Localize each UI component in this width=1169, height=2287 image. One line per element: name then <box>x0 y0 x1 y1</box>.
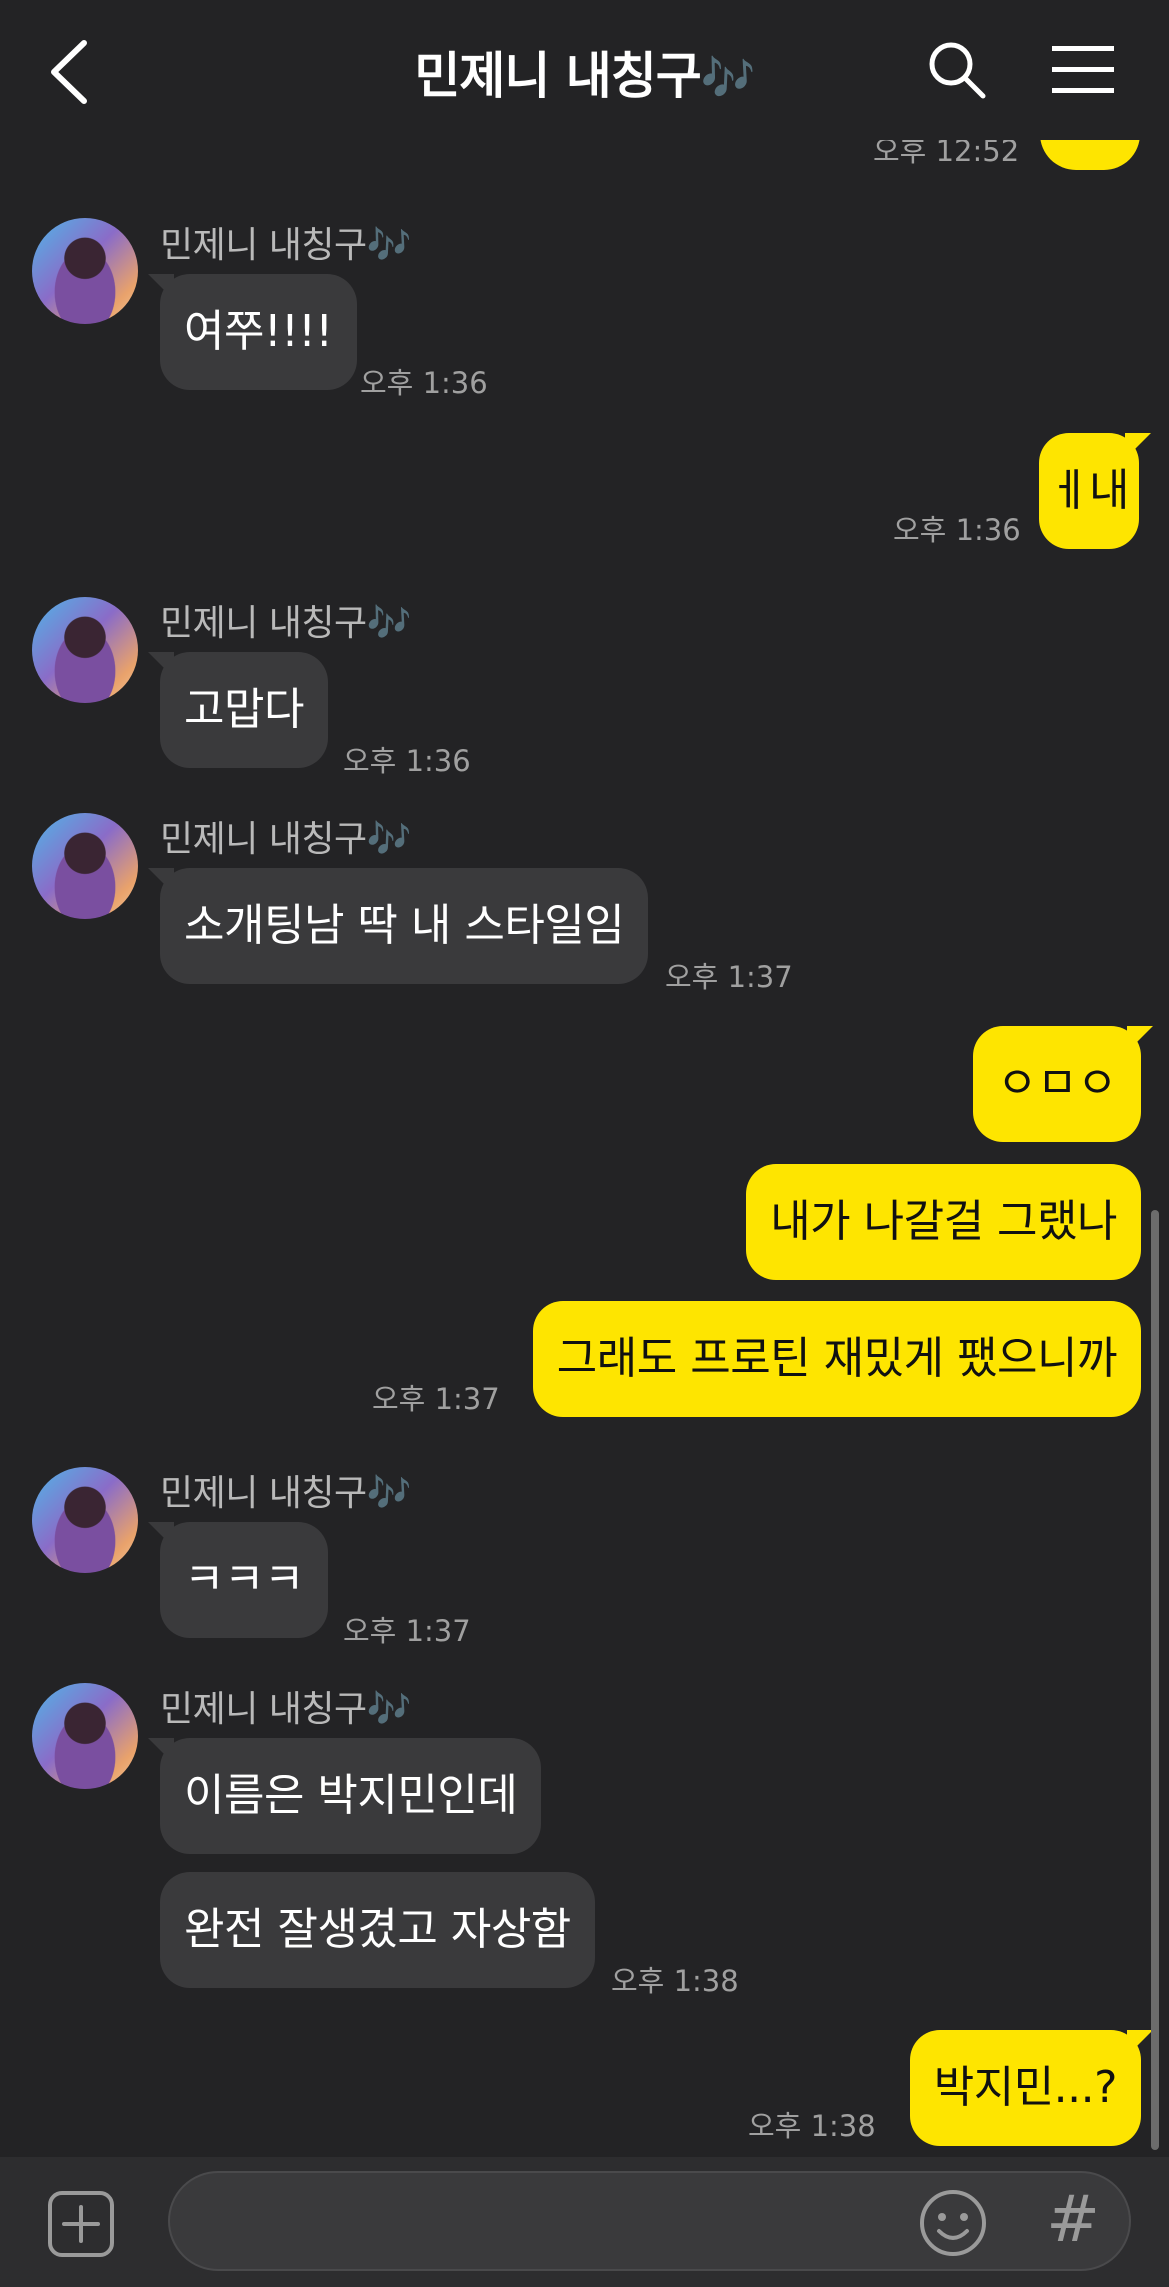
music-note-icon: 🎶 <box>366 1473 412 1514</box>
sender-name: 민제니 내칭구🎶 <box>160 1473 412 1514</box>
chat-title-text: 민제니 내칭구 <box>414 47 701 105</box>
message-bubble-out[interactable]: 박지민...? <box>909 2030 1154 2146</box>
message-time: 오후 1:38 <box>748 2109 876 2143</box>
music-note-icon: 🎶 <box>366 1689 412 1730</box>
scrollbar[interactable] <box>1151 1210 1159 2150</box>
emoji-icon[interactable] <box>917 2187 989 2259</box>
message-time: 오후 1:37 <box>343 1614 471 1648</box>
message-time: 오후 1:38 <box>611 1964 739 1998</box>
avatar[interactable] <box>32 218 138 324</box>
avatar[interactable] <box>32 1683 138 1789</box>
message-bubble-in[interactable]: 고맙다 <box>148 652 328 768</box>
chat-header: 민제니 내칭구🎶 <box>0 0 1169 140</box>
message-time: 오후 1:36 <box>893 513 1021 547</box>
message-bubble-in[interactable]: 소개팅남 딱 내 스타일임 <box>147 868 649 984</box>
message-bubble-in[interactable]: 완전 잘생겼고 자상함 <box>160 1872 595 1988</box>
menu-icon[interactable] <box>1050 42 1116 98</box>
avatar[interactable] <box>32 597 138 703</box>
music-note-icon: 🎶 <box>366 225 412 266</box>
sender-name: 민제니 내칭구🎶 <box>160 225 412 266</box>
sender-name: 민제니 내칭구🎶 <box>160 603 412 644</box>
message-bubble-in[interactable]: 여쭈!!!! <box>148 274 357 390</box>
avatar[interactable] <box>32 813 138 919</box>
chat-title: 민제니 내칭구🎶 <box>0 36 1169 108</box>
message-bubble-in[interactable]: 이름은 박지민인데 <box>147 1738 542 1854</box>
avatar[interactable] <box>32 1467 138 1573</box>
message-time: 오후 1:36 <box>360 366 488 400</box>
message-time: 오후 1:36 <box>343 744 471 778</box>
hash-icon[interactable]: # <box>1040 2185 1106 2255</box>
message-time: 오후 1:37 <box>372 1382 500 1416</box>
message-bubble-out[interactable]: ㅇㅁㅇ <box>973 1026 1153 1142</box>
sender-name: 민제니 내칭구🎶 <box>160 819 412 860</box>
message-bubble-out[interactable]: 그래도 프로틴 재밌게 팼으니까 <box>532 1301 1141 1417</box>
message-bubble-out[interactable]: 내가 나갈걸 그랬나 <box>746 1164 1141 1280</box>
plus-icon[interactable] <box>46 2189 116 2259</box>
message-composer: # <box>0 2157 1169 2287</box>
music-note-icon: 🎶 <box>366 603 412 644</box>
music-note-icon: 🎶 <box>700 53 756 104</box>
message-time: 오후 1:37 <box>665 960 793 994</box>
sender-name: 민제니 내칭구🎶 <box>160 1689 412 1730</box>
message-bubble-out[interactable]: ㅔ내 <box>1039 433 1151 549</box>
music-note-icon: 🎶 <box>366 819 412 860</box>
search-icon[interactable] <box>925 38 989 102</box>
message-bubble-in[interactable]: ㅋㅋㅋ <box>148 1522 328 1638</box>
